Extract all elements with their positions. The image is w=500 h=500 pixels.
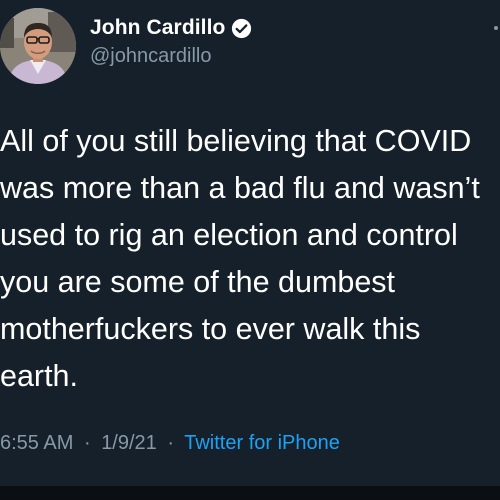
tweet-date[interactable]: 1/9/21 — [101, 432, 157, 454]
bottom-edge — [0, 486, 500, 500]
tweet-text: All of you still believing that COVID wa… — [0, 118, 500, 400]
tweet-time[interactable]: 6:55 AM — [0, 432, 73, 454]
tweet-text-line: used to rig an election and control — [0, 218, 458, 252]
verified-badge-icon — [231, 18, 252, 39]
display-name[interactable]: John Cardillo — [90, 16, 225, 40]
author-identity: John Cardillo @johncardillo — [90, 13, 252, 68]
author-avatar[interactable] — [0, 8, 76, 84]
tweet-text-line: motherfuckers to ever walk this — [0, 312, 421, 346]
name-row: John Cardillo — [90, 13, 252, 43]
tweet-text-line: All of you still believing that COVID — [0, 124, 472, 158]
meta-separator: · — [167, 432, 175, 454]
more-options-icon[interactable] — [494, 26, 498, 30]
meta-separator: · — [83, 432, 91, 454]
tweet-text-line: earth. — [0, 359, 78, 393]
author-handle[interactable]: @johncardillo — [90, 45, 252, 68]
avatar-photo — [0, 8, 76, 84]
tweet-meta: 6:55 AM · 1/9/21 · Twitter for iPhone — [0, 432, 340, 455]
tweet-text-line: was more than a bad flu and wasn’t — [0, 171, 480, 205]
tweet-source-link[interactable]: Twitter for iPhone — [184, 432, 340, 454]
tweet-text-line: you are some of the dumbest — [0, 265, 396, 299]
tweet-card: John Cardillo @johncardillo All of you s… — [0, 0, 500, 500]
